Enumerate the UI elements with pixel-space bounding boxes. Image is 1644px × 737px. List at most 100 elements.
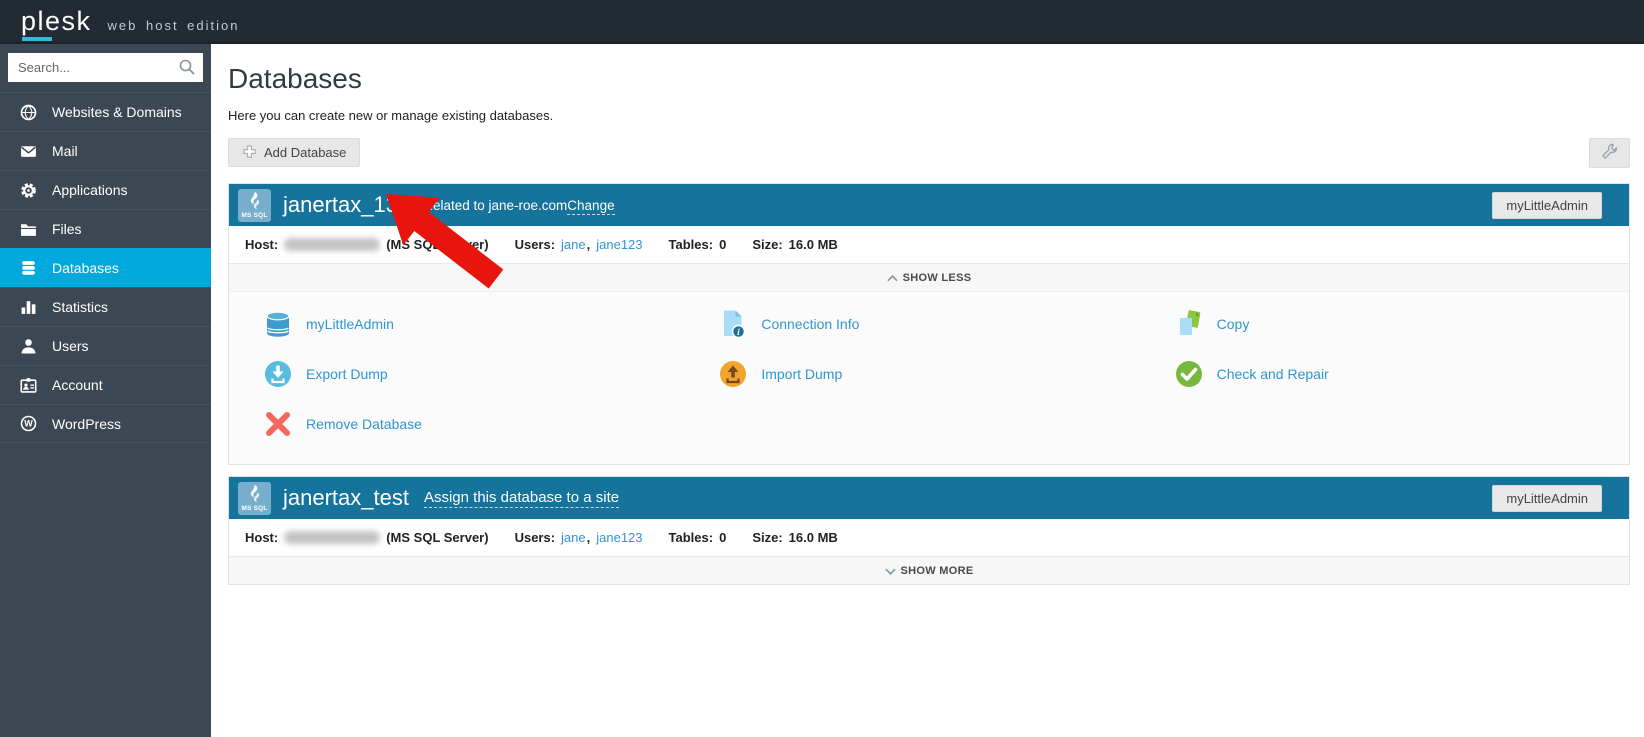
tables-value: 0 [719,530,726,545]
globe-icon [19,104,37,120]
user-icon [19,338,37,354]
size-label: Size: [752,530,782,545]
tool-label[interactable]: Import Dump [761,366,842,382]
database-tools: myLittleAdmin i Connection Info Copy Exp… [229,291,1629,464]
size-value: 16.0 MB [789,237,838,252]
sidebar-item-statistics[interactable]: Statistics [0,287,211,326]
sidebar-item-websites-domains[interactable]: Websites & Domains [0,92,211,131]
show-more-label: SHOW MORE [901,565,974,577]
add-database-label: Add Database [264,145,346,160]
tables-value: 0 [719,237,726,252]
brand-name: plesk [21,8,92,35]
tool-label[interactable]: Export Dump [306,366,388,382]
search-box [8,53,203,82]
tables-group: Tables: 0 [669,237,727,252]
sidebar-item-label: Applications [52,182,128,198]
search-icon[interactable] [178,58,196,81]
database-admin-icon [263,309,293,339]
tool-connection-info[interactable]: i Connection Info [718,309,1173,339]
sidebar-item-label: WordPress [52,416,121,432]
mail-icon [19,143,37,159]
tool-export-dump[interactable]: Export Dump [263,359,718,389]
tool-label[interactable]: myLittleAdmin [306,316,394,332]
add-database-button[interactable]: Add Database [228,138,360,167]
sidebar-item-label: Databases [52,260,119,276]
users-separator: , [587,530,591,545]
assign-database-link[interactable]: Assign this database to a site [424,489,619,508]
mylittleadmin-button[interactable]: myLittleAdmin [1492,485,1602,512]
mssql-glyph [238,483,271,510]
brand-underline [22,37,52,41]
host-group: Host: (MS SQL Server) [245,530,489,545]
copy-icon [1174,309,1204,339]
sidebar-item-label: Statistics [52,299,108,315]
show-less-toggle[interactable]: SHOW LESS [229,264,1629,291]
settings-wrench-button[interactable] [1589,138,1630,168]
sidebar-item-account[interactable]: Account [0,365,211,404]
user-link-jane[interactable]: jane [561,530,586,545]
tables-label: Tables: [669,237,714,252]
tool-label[interactable]: Copy [1217,316,1250,332]
sidebar-item-users[interactable]: Users [0,326,211,365]
chevron-down-icon [885,568,896,575]
user-link-jane123[interactable]: jane123 [596,237,642,252]
page-subtitle: Here you can create new or manage existi… [228,108,1630,123]
sidebar-item-mail[interactable]: Mail [0,131,211,170]
show-less-label: SHOW LESS [903,272,972,284]
host-value-redacted [284,531,380,544]
tool-label[interactable]: Connection Info [761,316,859,332]
user-link-jane123[interactable]: jane123 [596,530,642,545]
svg-text:i: i [738,328,741,338]
mylittleadmin-button[interactable]: myLittleAdmin [1492,192,1602,219]
tool-remove-database[interactable]: Remove Database [263,409,718,439]
main-content: Databases Here you can create new or man… [211,44,1644,737]
show-more-toggle[interactable]: SHOW MORE [229,557,1629,584]
check-and-repair-icon [1174,359,1204,389]
chevron-up-icon [887,275,898,282]
wordpress-icon: W [19,416,37,432]
svg-text:W: W [24,419,33,429]
users-group: Users: jane, jane123 [515,530,643,545]
folder-icon [19,221,37,237]
database-relation: Related to jane-roe.comChange [423,198,614,213]
sidebar-item-databases[interactable]: Databases [0,248,211,287]
sidebar-nav: Websites & Domains Mail Applications Fil… [0,92,211,443]
users-label: Users: [515,237,555,252]
sidebar-item-label: Account [52,377,103,393]
remove-database-icon [263,409,293,439]
tool-label[interactable]: Check and Repair [1217,366,1329,382]
host-server-type: (MS SQL Server) [386,237,488,252]
edition-label: web host edition [108,18,240,33]
host-label: Host: [245,530,278,545]
sidebar: Websites & Domains Mail Applications Fil… [0,44,211,737]
size-group: Size: 16.0 MB [752,530,837,545]
tool-mylittleadmin[interactable]: myLittleAdmin [263,309,718,339]
database-info-row: Host: (MS SQL Server) Users: jane, jane1… [229,519,1629,557]
tables-group: Tables: 0 [669,530,727,545]
sidebar-item-files[interactable]: Files [0,209,211,248]
database-card-header: MS SQL janertax_132 Related to jane-roe.… [229,184,1629,226]
sidebar-item-label: Users [52,338,89,354]
wrench-icon [1600,142,1619,164]
tool-check-and-repair[interactable]: Check and Repair [1174,359,1629,389]
gear-icon [19,182,37,198]
host-label: Host: [245,237,278,252]
users-separator: , [587,237,591,252]
database-card-header: MS SQL janertax_test Assign this databas… [229,477,1629,519]
sidebar-item-label: Websites & Domains [52,104,182,120]
database-icon [19,260,37,276]
mssql-icon: MS SQL [238,189,271,222]
tool-label[interactable]: Remove Database [306,416,422,432]
tool-copy[interactable]: Copy [1174,309,1629,339]
change-relation-link[interactable]: Change [567,198,614,215]
export-dump-icon [263,359,293,389]
sidebar-item-wordpress[interactable]: W WordPress [0,404,211,443]
bar-chart-icon [19,299,37,315]
sidebar-item-applications[interactable]: Applications [0,170,211,209]
plesk-logo: plesk web host edition [21,8,239,35]
page-title: Databases [228,63,1630,95]
search-input[interactable] [8,53,203,82]
tool-import-dump[interactable]: Import Dump [718,359,1173,389]
user-link-jane[interactable]: jane [561,237,586,252]
database-name: janertax_132 [283,192,410,218]
